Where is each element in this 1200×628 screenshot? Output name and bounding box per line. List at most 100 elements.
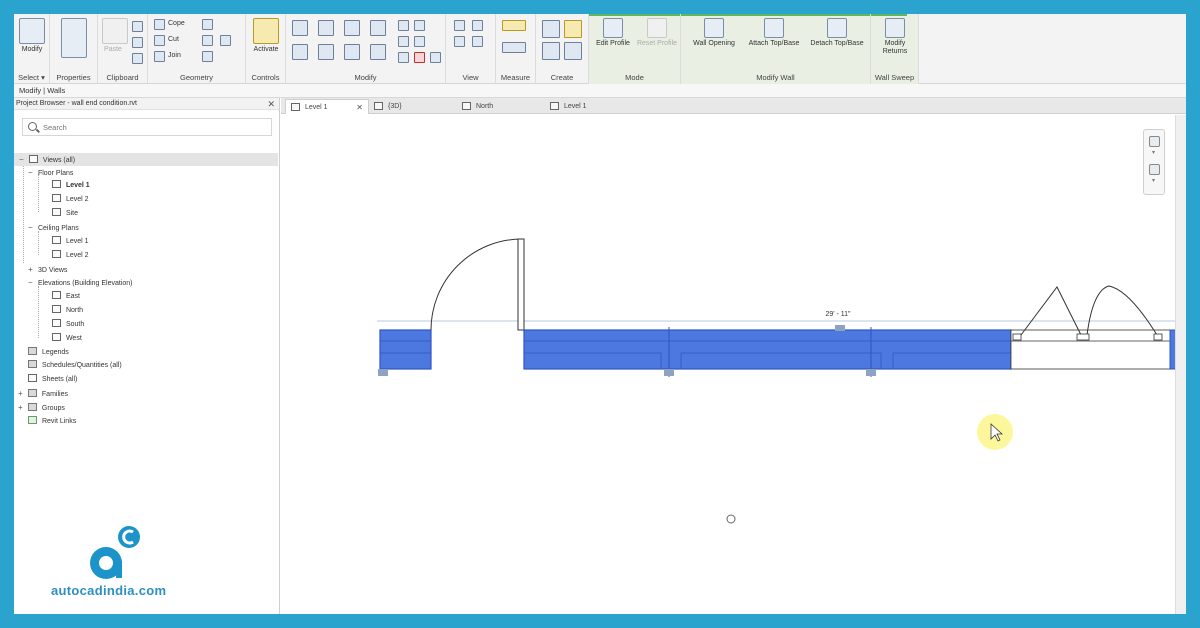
tree-item-ceiling-plan-level1[interactable]: Level 1 <box>52 235 89 248</box>
tree-item-elevation-east[interactable]: East <box>52 290 80 303</box>
chevron-down-icon[interactable]: ▾ <box>1152 149 1155 156</box>
vertical-scrollbar[interactable] <box>1175 115 1186 614</box>
tree-item-elevation-west[interactable]: West <box>52 332 82 345</box>
copy-icon[interactable] <box>132 37 143 48</box>
tree-item-floor-plan-site[interactable]: Site <box>52 207 78 220</box>
tree-item-floor-plan-level1[interactable]: Level 1 <box>52 179 90 192</box>
tab-north[interactable]: North <box>457 99 545 114</box>
array-icon[interactable] <box>398 36 409 47</box>
tree-item-elevations[interactable]: − Elevations (Building Elevation) <box>28 276 133 289</box>
door-swing-arc <box>1086 285 1158 336</box>
mirror-draw-axis-icon[interactable] <box>370 20 386 36</box>
tab-3d[interactable]: {3D} <box>369 99 457 114</box>
properties-button[interactable] <box>60 18 88 60</box>
offset-icon[interactable] <box>318 20 334 36</box>
tree-item-floor-plan-level2[interactable]: Level 2 <box>52 193 89 206</box>
tab-level1[interactable]: Level 1 ✕ <box>285 99 369 114</box>
match-type-icon[interactable] <box>132 53 143 64</box>
join-button[interactable]: Join <box>168 52 181 59</box>
steering-wheel-icon[interactable] <box>1149 136 1160 147</box>
collapse-icon[interactable]: − <box>28 166 36 179</box>
tree-item-ceiling-plan-level2[interactable]: Level 2 <box>52 249 89 262</box>
logo-text: autocadindia.com <box>51 583 167 598</box>
detach-top-base-button[interactable]: Detach Top/Base <box>805 18 869 48</box>
tree-item-3d-views[interactable]: + 3D Views <box>28 263 67 276</box>
demolish-icon[interactable] <box>220 35 231 46</box>
split-gap-icon[interactable] <box>414 20 425 31</box>
wall-segment-main[interactable] <box>523 329 1012 370</box>
tree-item-views[interactable]: − Views (all) <box>14 153 278 166</box>
close-icon[interactable]: ✕ <box>356 100 363 115</box>
attach-top-base-button[interactable]: Attach Top/Base <box>743 18 805 48</box>
search-box[interactable] <box>22 118 272 136</box>
copy-element-icon[interactable] <box>318 44 334 60</box>
tree-item-schedules[interactable]: Schedules/Quantities (all) <box>28 359 122 372</box>
edit-profile-icon <box>603 18 623 38</box>
split-icon[interactable] <box>398 20 409 31</box>
tree-item-elevation-south[interactable]: South <box>52 318 84 331</box>
tree-item-elevation-north[interactable]: North <box>52 304 83 317</box>
collapse-icon[interactable]: − <box>28 221 36 234</box>
create-similar-icon[interactable] <box>564 42 582 60</box>
search-input[interactable] <box>43 121 263 133</box>
chevron-down-icon[interactable]: ▾ <box>1152 177 1155 184</box>
reset-profile-button[interactable]: Reset Profile <box>635 18 679 48</box>
split-face-icon[interactable] <box>202 35 213 46</box>
create-assembly-icon[interactable] <box>542 20 560 38</box>
expand-icon[interactable]: + <box>18 401 26 414</box>
paint-icon[interactable] <box>202 51 213 62</box>
temporary-dimension-text[interactable]: 29' - 11" <box>825 311 851 318</box>
modify-button[interactable]: Modify <box>18 18 46 54</box>
create-group-icon[interactable] <box>542 42 560 60</box>
modify-returns-button[interactable]: Modify Returns <box>873 18 917 56</box>
join-icon <box>154 51 165 62</box>
expand-icon[interactable]: + <box>28 263 36 276</box>
unpin-icon[interactable] <box>430 52 441 63</box>
wall-opening-button[interactable]: Wall Opening <box>683 18 745 48</box>
tree-item-sheets[interactable]: Sheets (all) <box>28 373 77 386</box>
edit-profile-button[interactable]: Edit Profile <box>591 18 635 48</box>
paste-button[interactable]: Paste <box>102 18 128 54</box>
tree-item-families[interactable]: + Families <box>18 387 68 400</box>
activate-button[interactable]: Activate <box>250 18 282 54</box>
tree-item-ceiling-plans[interactable]: − Ceiling Plans <box>28 221 79 234</box>
expand-icon[interactable]: + <box>18 387 26 400</box>
tree-item-legends[interactable]: Legends <box>28 346 69 359</box>
elevation-icon <box>52 291 61 299</box>
align-icon[interactable] <box>292 20 308 36</box>
mode-panel-label: Mode <box>625 73 644 82</box>
collapse-icon[interactable]: − <box>28 276 36 289</box>
tree-item-groups[interactable]: + Groups <box>18 401 65 414</box>
door-leaf[interactable] <box>517 238 525 331</box>
wall-joins-icon[interactable] <box>202 19 213 30</box>
cope-button[interactable]: Cope <box>168 20 185 27</box>
tree-item-floor-plans[interactable]: − Floor Plans <box>28 166 73 179</box>
controls-panel: Activate Controls <box>246 14 286 84</box>
pin-icon[interactable] <box>398 52 409 63</box>
cut-geometry-button[interactable]: Cut <box>168 36 179 43</box>
dimension-icon[interactable] <box>502 42 526 53</box>
move-icon[interactable] <box>292 44 308 60</box>
measure-icon[interactable] <box>502 20 526 31</box>
dimension-grip[interactable] <box>835 325 845 331</box>
hide-in-view-icon[interactable] <box>454 20 465 31</box>
scale-icon[interactable] <box>414 36 425 47</box>
wall-segment-left[interactable] <box>379 329 432 370</box>
zoom-icon[interactable] <box>1149 164 1160 175</box>
create-parts-icon[interactable] <box>564 20 582 38</box>
rotate-icon[interactable] <box>344 44 360 60</box>
override-graphics-icon[interactable] <box>472 20 483 31</box>
select-dropdown[interactable]: Select ▾ <box>14 73 49 82</box>
view-filters-icon[interactable] <box>472 36 483 47</box>
delete-icon[interactable] <box>414 52 425 63</box>
trim-extend-icon[interactable] <box>370 44 386 60</box>
close-icon[interactable]: ✕ <box>267 98 275 110</box>
tab-level1-ceiling[interactable]: Level 1 <box>545 99 633 114</box>
mirror-pick-axis-icon[interactable] <box>344 20 360 36</box>
linework-icon[interactable] <box>454 36 465 47</box>
drawing-canvas[interactable]: 29' - 11" ▾ ▾ <box>281 115 1186 614</box>
tree-item-revit-links[interactable]: Revit Links <box>28 415 76 428</box>
cut-icon[interactable] <box>132 21 143 32</box>
collapse-icon[interactable]: − <box>19 153 27 166</box>
elevation-icon <box>462 102 471 110</box>
